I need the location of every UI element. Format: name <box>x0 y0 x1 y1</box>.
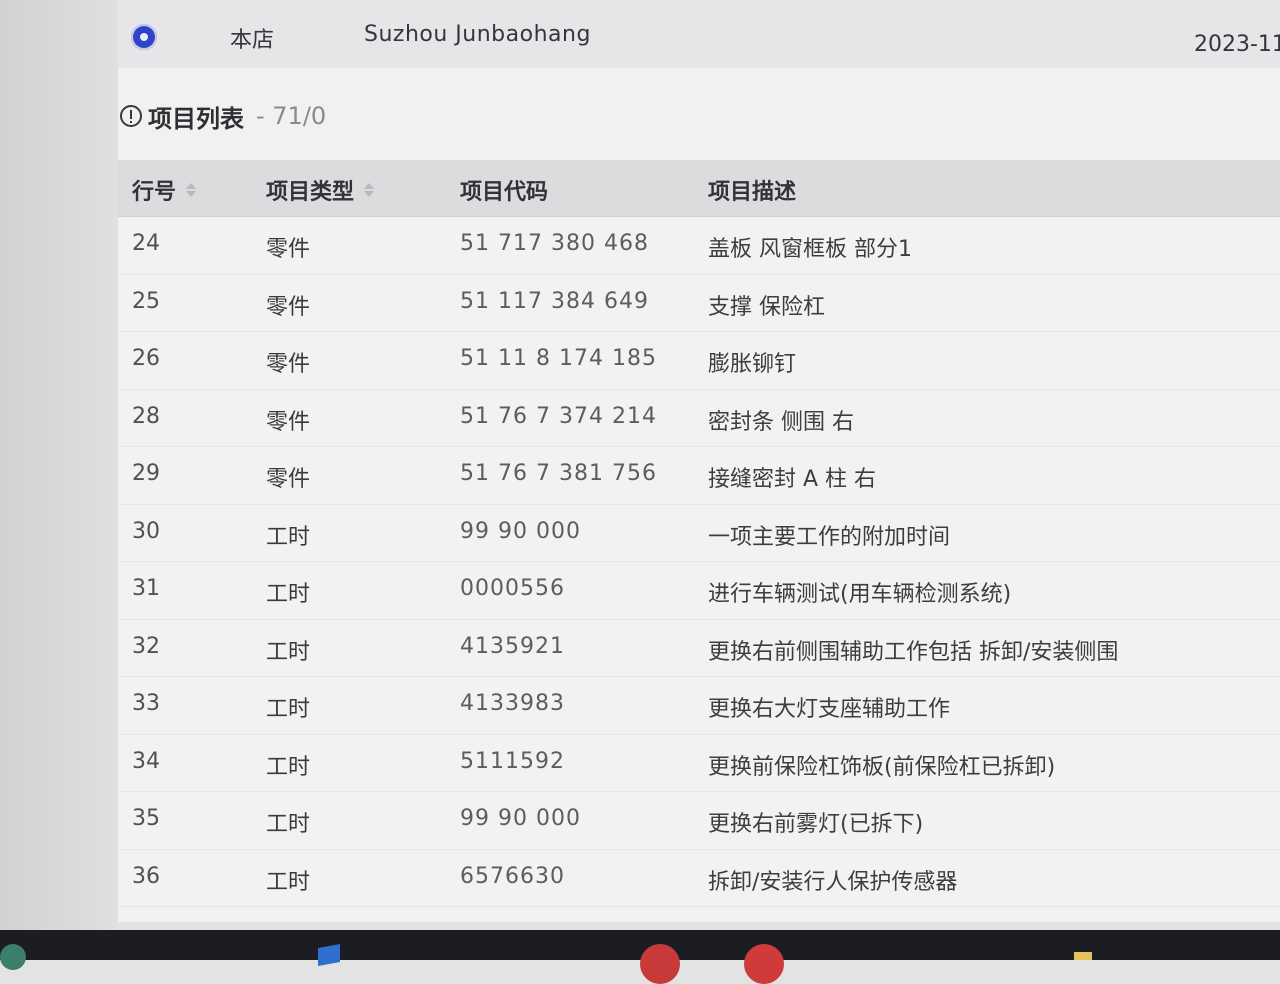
row-number: 31 <box>132 576 160 601</box>
item-description: 盖板 风窗框板 部分1 <box>708 237 912 262</box>
item-code: 99 90 000 <box>460 518 581 544</box>
top-bar: 本店 Suzhou Junbaohang 2023-11- <box>118 0 1280 68</box>
table-header: 行号 项目类型 项目代码 项目描述 <box>118 160 1280 217</box>
row-number: 32 <box>132 633 160 659</box>
item-description: 接缝密封 A 柱 右 <box>708 467 877 492</box>
table-row[interactable]: 29 零件 51 76 7 381 756 接缝密封 A 柱 右 <box>118 447 1280 505</box>
table-row[interactable]: 30 工时 99 90 000 一项主要工作的附加时间 <box>118 504 1280 562</box>
item-code: 51 11 8 174 185 <box>460 346 657 371</box>
row-number: 25 <box>132 288 160 314</box>
column-header-item-code: 项目代码 <box>460 174 548 206</box>
item-type: 工时 <box>266 582 311 607</box>
info-icon <box>120 105 142 127</box>
row-number: 28 <box>132 403 160 429</box>
monitor-bezel <box>0 0 118 930</box>
item-code: 51 76 7 374 214 <box>460 403 657 429</box>
item-code: 51 117 384 649 <box>460 288 649 314</box>
item-description: 更换右大灯支座辅助工作 <box>708 697 951 722</box>
table-row[interactable]: 36 工时 6576630 拆卸/安装行人保护传感器 <box>118 849 1280 907</box>
item-description: 拆卸/安装行人保护传感器 <box>708 869 958 895</box>
item-description: 一项主要工作的附加时间 <box>708 524 951 550</box>
table-row[interactable]: 32 工时 4135921 更换右前侧围辅助工作包括 拆卸/安装侧围 <box>118 619 1280 677</box>
app-screen: 本店 Suzhou Junbaohang 2023-11- 项目列表 - 71/… <box>118 0 1280 922</box>
item-code: 51 717 380 468 <box>460 231 649 256</box>
item-type: 工时 <box>266 524 311 550</box>
item-description: 膨胀铆钉 <box>708 352 797 377</box>
row-number: 35 <box>132 806 160 831</box>
row-number: 30 <box>132 518 160 544</box>
sort-icon[interactable] <box>364 183 375 197</box>
item-code: 0000556 <box>460 576 565 601</box>
item-type: 零件 <box>266 409 311 435</box>
taskbar-app-icon[interactable] <box>318 944 340 966</box>
item-type: 零件 <box>266 467 311 492</box>
store-label: 本店 <box>230 28 275 53</box>
item-code: 6576630 <box>460 863 565 889</box>
item-description: 进行车辆测试(用车辆检测系统) <box>708 582 1012 607</box>
item-type: 零件 <box>266 352 311 377</box>
item-type: 工时 <box>266 697 311 722</box>
store-name: Suzhou Junbaohang <box>364 22 591 47</box>
column-header-label: 项目代码 <box>460 180 549 205</box>
row-number: 24 <box>132 231 160 256</box>
column-header-row-no[interactable]: 行号 <box>132 174 197 206</box>
item-code: 5111592 <box>460 748 565 774</box>
item-count: - 71/0 <box>256 102 327 130</box>
item-description: 支撑 保险杠 <box>708 294 825 320</box>
taskbar-app-icon[interactable] <box>1074 952 1092 960</box>
item-type: 工时 <box>266 639 311 665</box>
brand-logo-icon[interactable] <box>131 24 157 50</box>
row-number: 26 <box>132 346 160 371</box>
taskbar-app-icon[interactable] <box>0 944 26 970</box>
sort-icon[interactable] <box>186 183 197 197</box>
item-code: 99 90 000 <box>460 806 581 831</box>
page-title: 项目列表 <box>148 104 244 133</box>
item-table: 行号 项目类型 项目代码 项目描述 24 零件 51 717 380 468 盖… <box>118 160 1280 907</box>
item-type: 零件 <box>266 294 311 320</box>
item-type: 工时 <box>266 754 311 780</box>
table-row[interactable]: 24 零件 51 717 380 468 盖板 风窗框板 部分1 <box>118 217 1280 275</box>
item-code: 51 76 7 381 756 <box>460 461 657 486</box>
table-row[interactable]: 26 零件 51 11 8 174 185 膨胀铆钉 <box>118 332 1280 390</box>
column-header-item-type[interactable]: 项目类型 <box>266 174 375 206</box>
table-row[interactable]: 33 工时 4133983 更换右大灯支座辅助工作 <box>118 677 1280 735</box>
taskbar-app-icon[interactable] <box>744 944 784 984</box>
table-row[interactable]: 34 工时 5111592 更换前保险杠饰板(前保险杠已拆卸) <box>118 734 1280 792</box>
item-description: 更换前保险杠饰板(前保险杠已拆卸) <box>708 754 1056 780</box>
item-description: 更换右前侧围辅助工作包括 拆卸/安装侧围 <box>708 639 1119 665</box>
item-code: 4133983 <box>460 691 565 716</box>
item-type: 零件 <box>266 237 311 262</box>
item-type: 工时 <box>266 869 311 895</box>
table-row[interactable]: 35 工时 99 90 000 更换右前雾灯(已拆下) <box>118 792 1280 850</box>
taskbar-app-icon[interactable] <box>640 944 680 984</box>
column-header-label: 行号 <box>132 180 177 205</box>
section-title: 项目列表 - 71/0 <box>118 98 326 134</box>
item-type: 工时 <box>266 812 311 837</box>
column-header-label: 项目描述 <box>708 180 797 205</box>
table-row[interactable]: 31 工时 0000556 进行车辆测试(用车辆检测系统) <box>118 562 1280 620</box>
column-header-item-desc: 项目描述 <box>708 174 796 206</box>
row-number: 33 <box>132 691 160 716</box>
table-row[interactable]: 25 零件 51 117 384 649 支撑 保险杠 <box>118 274 1280 332</box>
item-description: 更换右前雾灯(已拆下) <box>708 812 924 837</box>
row-number: 29 <box>132 461 160 486</box>
column-header-label: 项目类型 <box>266 180 355 205</box>
table-row[interactable]: 28 零件 51 76 7 374 214 密封条 侧围 右 <box>118 389 1280 447</box>
item-description: 密封条 侧围 右 <box>708 409 854 435</box>
datetime: 2023-11- <box>1194 32 1280 57</box>
item-code: 4135921 <box>460 633 565 659</box>
row-number: 34 <box>132 748 160 774</box>
table-body: 24 零件 51 717 380 468 盖板 风窗框板 部分1 25 零件 5… <box>118 217 1280 907</box>
row-number: 36 <box>132 863 160 889</box>
